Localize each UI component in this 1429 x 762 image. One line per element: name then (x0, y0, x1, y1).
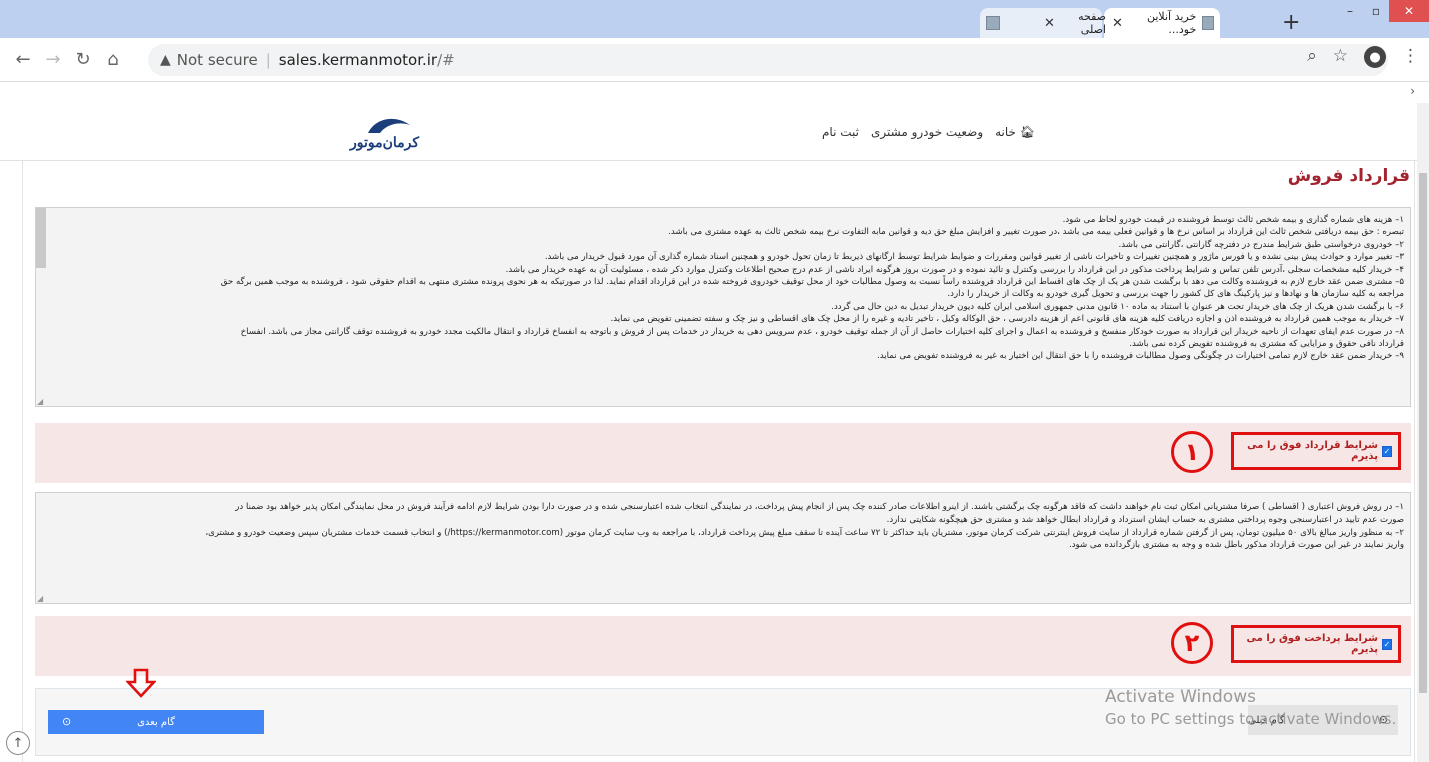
new-tab-button[interactable]: + (1282, 10, 1300, 35)
accept-contract-checkbox-label[interactable]: ✓ شرایط قرارداد فوق را می پذیرم (1231, 432, 1401, 470)
nav-register[interactable]: ثبت نام (822, 125, 859, 139)
contract-terms-line: ۶– با برگشت شدن هریک از چک های خریدار تح… (831, 301, 1404, 312)
scrollbar-thumb[interactable] (1419, 173, 1427, 693)
contract-terms-text: ۱– هزینه های شماره گذاری و بیمه شخص ثالث… (59, 214, 1404, 363)
scroll-to-top-icon[interactable]: ↑ (6, 731, 30, 755)
maximize-icon[interactable]: ▫ (1363, 0, 1389, 22)
minimize-icon[interactable]: – (1337, 0, 1363, 22)
contract-terms-line: ۴– خریدار کلیه مشخصات سجلی ،آدرس تلفن تم… (505, 264, 1404, 275)
tab-favicon-icon (1202, 16, 1214, 30)
site-header: کرمان‌موتور 🏠︎ خانه وضعیت خودرو مشتری ثب… (0, 103, 1429, 161)
tab-close-icon[interactable]: ✕ (1044, 16, 1055, 31)
accept-contract-row: ✓ شرایط قرارداد فوق را می پذیرم ۱ (35, 423, 1411, 483)
contract-terms-line: ۷– خریدار به موجب همین قرارداد به فروشند… (610, 314, 1404, 325)
chevron-right-icon[interactable]: › (1410, 84, 1415, 98)
contract-terms-textarea[interactable]: ۱– هزینه های شماره گذاری و بیمه شخص ثالث… (35, 207, 1411, 407)
payment-terms-line: ۱– در روش فروش اعتباری ( اقساطی ) صرفا م… (235, 502, 1404, 512)
zoom-icon[interactable]: ⌕ (1307, 46, 1317, 68)
contract-terms-line: قرارداد نافی حقوق و مزایایی که مشتری به … (1129, 339, 1404, 350)
close-window-icon[interactable]: ✕ (1389, 0, 1429, 22)
forward-arrow-icon[interactable]: → (38, 49, 68, 70)
accept-payment-checkbox-label[interactable]: ✓ شرایط پرداخت فوق را می پذیرم (1231, 625, 1401, 663)
accept-payment-row: ✓ شرایط پرداخت فوق را می پذیرم ۲ (35, 616, 1411, 676)
top-nav: 🏠︎ خانه وضعیت خودرو مشتری ثبت نام (822, 125, 1035, 139)
resize-grip-icon[interactable]: ◢ (37, 594, 43, 603)
tab-favicon-icon (986, 16, 1000, 30)
annotation-circle-1: ۱ (1171, 431, 1213, 473)
payment-terms-line: صورت عدم تایید در اعتبارسنجی وجوه پرداخت… (886, 514, 1404, 525)
payment-terms-line: ۲– به منظور واریز مبالغ بالای ۵۰ میلیون … (205, 527, 1404, 538)
tab-strip: خرید آنلاین خود... ✕ صفحه اصلی ✕ + – ▫ ✕ (0, 0, 1429, 38)
contract-terms-line: ۵– مشتری ضمن عقد خارج لازم به فروشنده وک… (220, 277, 1404, 288)
accept-contract-checkbox[interactable]: ✓ (1381, 445, 1392, 457)
next-step-button[interactable]: ⊙ گام بعدی (48, 710, 264, 734)
accept-contract-text: شرایط قرارداد فوق را می پذیرم (1247, 440, 1378, 462)
resize-grip-icon[interactable]: ◢ (37, 397, 43, 406)
address-bar[interactable]: ▲ Not secure | sales.kermanmotor.ir/# (148, 44, 1388, 76)
payment-terms-textarea[interactable]: ۱– در روش فروش اعتباری ( اقساطی ) صرفا م… (35, 492, 1411, 604)
payment-terms-text: ۱– در روش فروش اعتباری ( اقساطی ) صرفا م… (59, 501, 1404, 552)
textarea-scrollbar[interactable] (36, 208, 46, 268)
contract-terms-line: مراجعه به کلیه سازمان ها و نهادها و نیز … (947, 289, 1404, 300)
security-label: Not secure (176, 51, 258, 69)
tab-title: صفحه اصلی (1078, 10, 1106, 36)
home-icon: 🏠︎ (1019, 125, 1036, 139)
tab-title: خرید آنلاین خود... (1146, 10, 1197, 36)
tab-close-icon[interactable]: ✕ (1112, 16, 1123, 31)
nav-customer-status[interactable]: وضعیت خودرو مشتری (871, 125, 983, 139)
tab-3[interactable]: صفحه اصلی ✕ (1036, 8, 1106, 38)
reload-icon[interactable]: ↻ (68, 49, 98, 70)
arrow-circle-icon: ⊙ (62, 715, 72, 728)
logo-text: کرمان‌موتور (350, 135, 420, 151)
tab-2[interactable]: خرید آنلاین خود... ✕ (1104, 8, 1220, 38)
url-text: sales.kermanmotor.ir/# (278, 51, 455, 69)
accept-payment-checkbox[interactable]: ✓ (1381, 638, 1392, 650)
home-icon[interactable]: ⌂ (98, 49, 128, 70)
profile-avatar-icon[interactable]: ● (1364, 46, 1386, 68)
contract-terms-line: ۸– در صورت عدم ایفای تعهدات از ناحیه خری… (240, 326, 1404, 337)
browser-toolbar: ← → ↻ ⌂ ▲ Not secure | sales.kermanmotor… (0, 38, 1429, 82)
bookmark-star-icon[interactable]: ☆ (1333, 46, 1348, 68)
windows-activation-watermark: Activate Windows Go to PC settings to ac… (1105, 687, 1397, 728)
annotation-circle-2: ۲ (1171, 622, 1213, 664)
contract-terms-line: ۳– تغییر موارد و حوادث پیش بینی نشده و ی… (544, 252, 1404, 263)
page-scrollbar[interactable] (1417, 103, 1429, 762)
window-controls: – ▫ ✕ (1337, 0, 1429, 22)
down-arrow-annotation-icon (126, 668, 156, 698)
menu-kebab-icon[interactable]: ⋮ (1402, 46, 1419, 68)
web-page: کرمان‌موتور 🏠︎ خانه وضعیت خودرو مشتری ثب… (0, 103, 1429, 762)
warning-icon[interactable]: ▲ (160, 52, 171, 68)
contract-terms-line: ۹– خریدار ضمن عقد خارج لازم تمامی اختیار… (877, 351, 1404, 362)
bookmark-bar: › (0, 82, 1429, 102)
contract-terms-line: ۱– هزینه های شماره گذاری و بیمه شخص ثالث… (1062, 215, 1404, 225)
payment-terms-line: واریز نمایند در غیر این صورت قرارداد مذک… (1068, 540, 1404, 551)
page-title: قرارداد فروش (1287, 166, 1410, 186)
accept-payment-text: شرایط پرداخت فوق را می پذیرم (1246, 633, 1378, 655)
nav-home[interactable]: 🏠︎ خانه (995, 125, 1035, 139)
divider: | (265, 51, 271, 69)
back-arrow-icon[interactable]: ← (8, 49, 38, 70)
contract-terms-line: ۲– خودروی درخواستی طبق شرایط مندرج در دف… (1118, 239, 1404, 250)
contract-terms-line: تبصره : حق بیمه دریافتی شخص ثالث این قرا… (668, 227, 1404, 238)
contract-panel: قرارداد فروش ۱– هزینه های شماره گذاری و … (22, 161, 1415, 762)
